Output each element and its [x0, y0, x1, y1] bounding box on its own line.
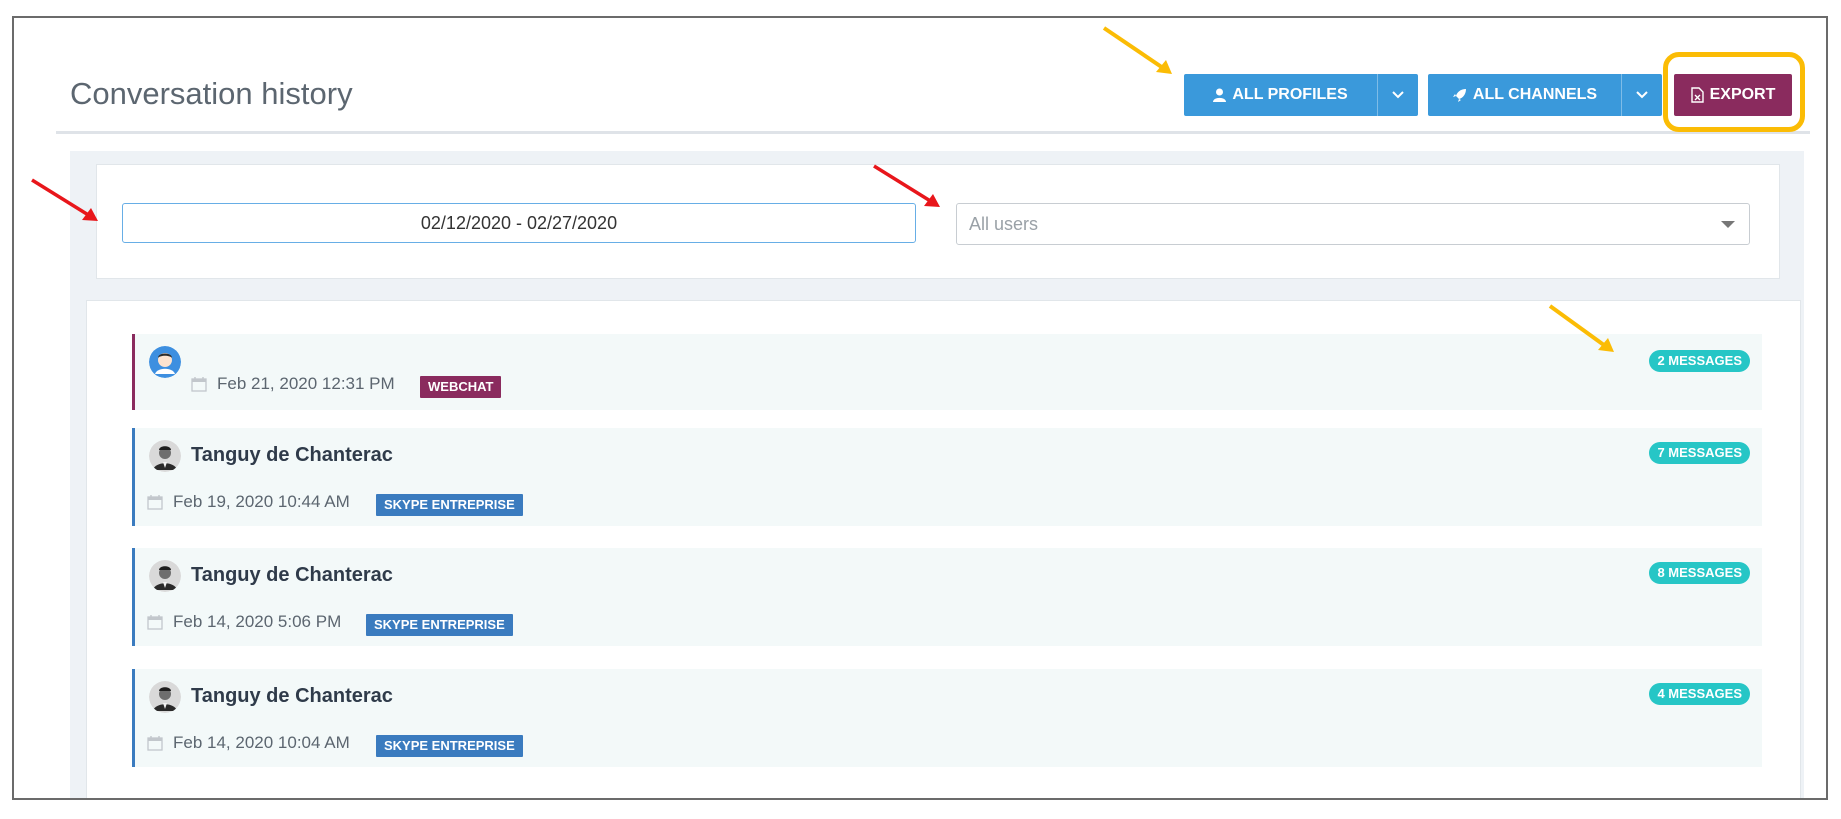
chevron-down-icon[interactable]: [1377, 74, 1418, 116]
user-avatar: [149, 681, 181, 713]
all-channels-button[interactable]: ALL CHANNELS: [1428, 74, 1621, 116]
user-avatar: [149, 440, 181, 472]
users-select[interactable]: All users: [956, 203, 1750, 245]
export-highlight-box: [1663, 52, 1805, 132]
calendar-icon: [147, 735, 163, 756]
conversation-item[interactable]: Tanguy de Chanterac Feb 14, 2020 5:06 PM…: [132, 548, 1762, 646]
users-select-placeholder: All users: [969, 213, 1039, 234]
all-channels-label: ALL CHANNELS: [1472, 86, 1598, 103]
conversation-user-name: Tanguy de Chanterac: [191, 685, 393, 707]
user-icon: [1213, 88, 1227, 102]
message-count-badge[interactable]: 2 MESSAGES: [1649, 350, 1750, 372]
conversation-date: Feb 21, 2020 12:31 PM: [217, 374, 395, 393]
screenshot-frame: Conversation history ALL PROFILES ALL CH…: [12, 16, 1828, 800]
conversation-date: Feb 14, 2020 10:04 AM: [173, 733, 350, 752]
page-title: Conversation history: [70, 76, 353, 111]
yellow-arrow-profiles: [1102, 26, 1172, 74]
date-range-input[interactable]: [122, 203, 916, 243]
all-profiles-label: ALL PROFILES: [1232, 86, 1348, 103]
conversation-item[interactable]: Feb 21, 2020 12:31 PM WEBCHAT 2 MESSAGES: [132, 334, 1762, 410]
conversation-item[interactable]: Tanguy de Chanterac Feb 19, 2020 10:44 A…: [132, 428, 1762, 526]
conversation-item[interactable]: Tanguy de Chanterac Feb 14, 2020 10:04 A…: [132, 669, 1762, 767]
chevron-down-icon[interactable]: [1621, 74, 1662, 116]
message-count-badge[interactable]: 4 MESSAGES: [1649, 683, 1750, 705]
all-channels-dropdown[interactable]: ALL CHANNELS: [1428, 74, 1662, 116]
caret-down-icon: [1721, 220, 1735, 228]
all-profiles-dropdown[interactable]: ALL PROFILES: [1184, 74, 1418, 116]
channel-badge: SKYPE ENTREPRISE: [376, 735, 523, 757]
yellow-arrow-messages: [1548, 304, 1614, 352]
conversation-date: Feb 14, 2020 5:06 PM: [173, 612, 342, 631]
conversation-user-name: Tanguy de Chanterac: [191, 564, 393, 586]
red-arrow-date: [31, 178, 98, 221]
all-profiles-button[interactable]: ALL PROFILES: [1184, 74, 1377, 116]
channel-badge: SKYPE ENTREPRISE: [376, 494, 523, 516]
rocket-icon: [1452, 88, 1467, 103]
message-count-badge[interactable]: 8 MESSAGES: [1649, 562, 1750, 584]
channel-badge: WEBCHAT: [420, 376, 502, 398]
conversation-user-name: Tanguy de Chanterac: [191, 444, 393, 466]
channel-badge: SKYPE ENTREPRISE: [366, 614, 513, 636]
title-divider: [56, 131, 1810, 134]
red-arrow-users: [873, 164, 940, 207]
calendar-icon: [147, 614, 163, 635]
user-avatar: [149, 560, 181, 592]
conversation-date: Feb 19, 2020 10:44 AM: [173, 492, 350, 511]
calendar-icon: [147, 494, 163, 515]
calendar-icon: [191, 376, 207, 397]
message-count-badge[interactable]: 7 MESSAGES: [1649, 442, 1750, 464]
visitor-avatar-icon: [149, 346, 181, 378]
